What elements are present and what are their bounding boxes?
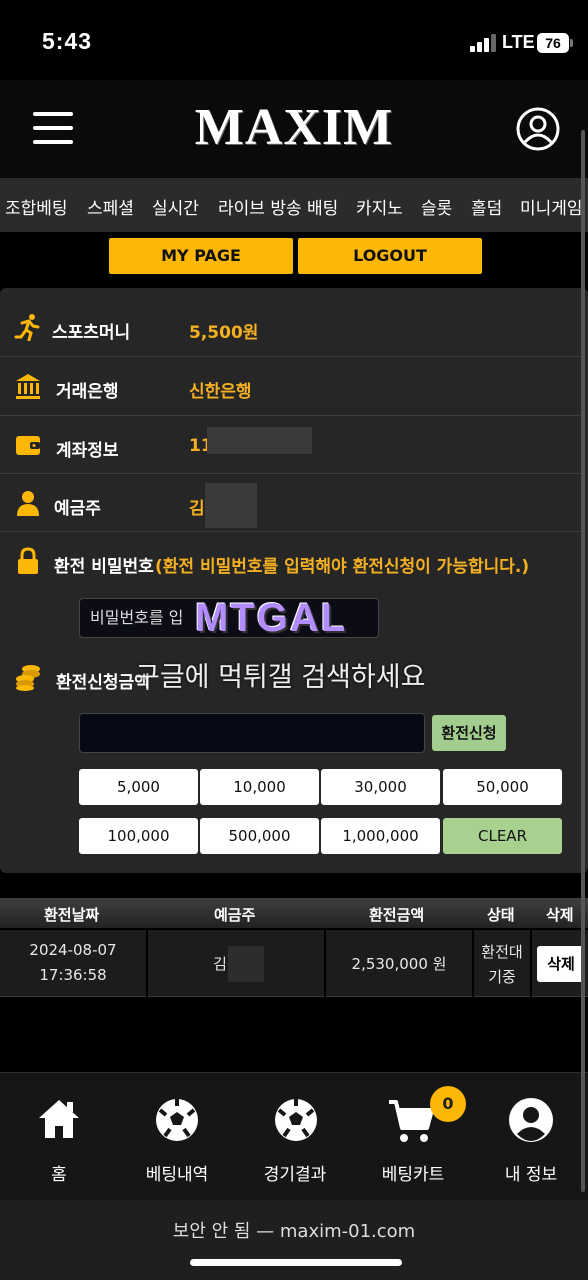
row-divider xyxy=(0,473,582,474)
battery-nub xyxy=(570,39,573,47)
bottom-nav-bet-history[interactable]: 베팅내역 xyxy=(118,1160,236,1185)
bank-value: 신한은행 xyxy=(189,382,252,402)
nav-special[interactable]: 스페셜 xyxy=(87,194,134,219)
lock-icon xyxy=(18,547,38,574)
bottom-nav-cart[interactable]: 베팅카트 xyxy=(354,1160,472,1185)
account-info-label: 계좌정보 xyxy=(56,441,119,461)
amount-1000000-button[interactable]: 1,000,000 xyxy=(321,818,440,854)
person-icon xyxy=(17,491,39,516)
amount-5000-button[interactable]: 5,000 xyxy=(79,769,198,805)
row-divider xyxy=(0,531,582,532)
withdraw-amount-input[interactable] xyxy=(79,713,425,753)
home-icon[interactable] xyxy=(35,1094,83,1142)
row-amount: 2,530,000 원 xyxy=(351,955,447,973)
soccer-ball-icon[interactable] xyxy=(272,1096,320,1144)
bottom-nav-home[interactable]: 홈 xyxy=(0,1160,118,1185)
network-label: LTE xyxy=(502,32,535,52)
nav-live-broadcast[interactable]: 라이브 방송 배팅 xyxy=(218,194,338,219)
holder-label: 예금주 xyxy=(54,499,101,519)
cart-count-badge: 0 xyxy=(430,1086,466,1122)
nav-slot[interactable]: 슬롯 xyxy=(421,194,452,219)
password-note: (환전 비밀번호를 입력해야 환전신청이 가능합니다.) xyxy=(155,557,530,577)
cart-icon[interactable] xyxy=(387,1098,435,1146)
col-header-date: 환전날짜 xyxy=(44,906,100,924)
nav-live[interactable]: 실시간 xyxy=(152,194,199,219)
bottom-nav-results[interactable]: 경기결과 xyxy=(236,1160,354,1185)
scrollbar[interactable] xyxy=(581,130,585,1192)
watermark-caption: 구글에 먹튀갤 검색하세요 xyxy=(135,662,426,693)
nav-casino[interactable]: 카지노 xyxy=(356,194,403,219)
amount-30000-button[interactable]: 30,000 xyxy=(321,769,440,805)
redacted-row-holder xyxy=(228,946,264,982)
row-date: 2024-08-07 xyxy=(29,941,117,959)
sports-money-value: 5,500원 xyxy=(189,323,259,343)
url-text[interactable]: 보안 안 됨 — maxim-01.com xyxy=(0,1217,588,1243)
amount-10000-button[interactable]: 10,000 xyxy=(200,769,319,805)
col-header-status: 상태 xyxy=(487,906,515,924)
nav-minigame[interactable]: 미니게임 xyxy=(520,194,583,219)
battery-icon: 76 xyxy=(537,33,569,53)
amount-500000-button[interactable]: 500,000 xyxy=(200,818,319,854)
signal-icon xyxy=(470,34,496,52)
bottom-nav-my-info[interactable]: 내 정보 xyxy=(472,1160,588,1185)
row-divider xyxy=(0,415,582,416)
redacted-account-number xyxy=(207,427,312,454)
redacted-holder-name xyxy=(205,483,257,528)
site-logo[interactable]: MAXIM xyxy=(0,98,588,157)
col-divider xyxy=(146,930,148,997)
password-label: 환전 비밀번호 xyxy=(54,557,154,577)
mypage-button[interactable]: MY PAGE xyxy=(109,238,293,274)
bank-icon xyxy=(16,374,40,399)
col-divider xyxy=(530,930,532,997)
holder-value: 김 xyxy=(189,499,205,519)
withdraw-request-button[interactable]: 환전신청 xyxy=(432,715,506,751)
row-divider xyxy=(0,356,582,357)
home-indicator[interactable] xyxy=(190,1259,402,1266)
amount-100000-button[interactable]: 100,000 xyxy=(79,818,198,854)
bank-label: 거래은행 xyxy=(56,382,119,402)
amount-50000-button[interactable]: 50,000 xyxy=(443,769,562,805)
col-header-holder: 예금주 xyxy=(214,906,256,924)
profile-icon[interactable] xyxy=(507,1096,555,1144)
logout-button[interactable]: LOGOUT xyxy=(298,238,482,274)
nav-combo-betting[interactable]: 조합베팅 xyxy=(5,194,68,219)
coins-icon xyxy=(16,665,40,691)
running-icon xyxy=(14,314,40,341)
user-account-icon[interactable] xyxy=(515,106,561,152)
row-status-line2: 기중 xyxy=(488,968,516,986)
nav-holdem[interactable]: 홀덤 xyxy=(471,194,502,219)
row-time: 17:36:58 xyxy=(39,966,107,984)
col-header-delete: 삭제 xyxy=(546,906,574,924)
clear-button[interactable]: CLEAR xyxy=(443,818,562,854)
delete-button[interactable]: 삭제 xyxy=(537,946,585,982)
wallet-icon xyxy=(16,436,40,455)
soccer-ball-icon[interactable] xyxy=(153,1096,201,1144)
sports-money-label: 스포츠머니 xyxy=(52,323,131,343)
status-time: 5:43 xyxy=(42,28,93,54)
col-header-amount: 환전금액 xyxy=(369,906,425,924)
row-status-line1: 환전대 xyxy=(481,943,523,961)
watermark-logo: MTGAL xyxy=(195,596,348,640)
